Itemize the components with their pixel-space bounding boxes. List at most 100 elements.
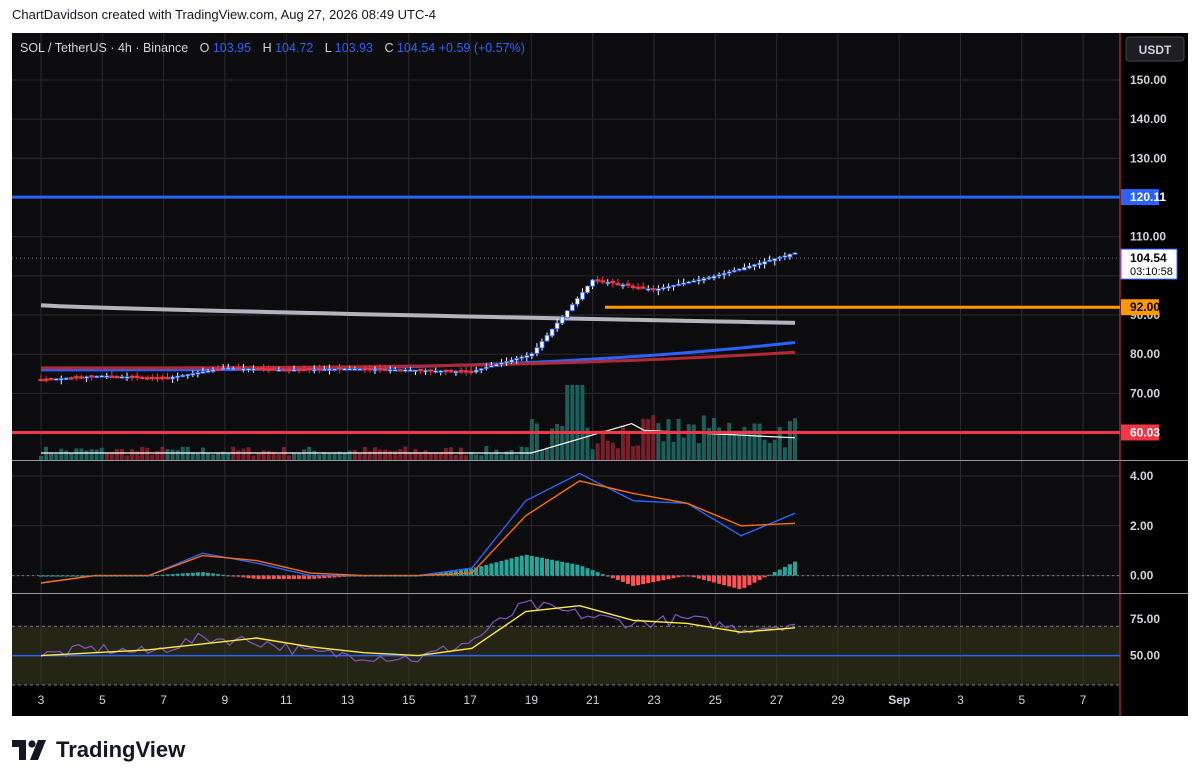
macd-histogram-bar [266, 575, 271, 580]
candle-body [286, 369, 292, 372]
macd-histogram-bar [484, 564, 489, 576]
candle-body [200, 371, 206, 374]
price-tick-label: 130.00 [1130, 151, 1167, 165]
candle-body [251, 368, 256, 371]
candle-body [509, 359, 515, 363]
volume-bar [529, 419, 534, 460]
candle-body [230, 367, 236, 371]
macd-histogram-bar [661, 575, 666, 581]
candle-body [74, 376, 79, 379]
volume-bar [615, 448, 620, 460]
candle-body [321, 368, 327, 372]
volume-bar [145, 447, 150, 460]
support-low-badge-label: 60.03 [1130, 425, 1160, 439]
volume-bar [509, 450, 514, 460]
volume-bar [433, 452, 438, 460]
candle-body [554, 322, 560, 330]
currency-button[interactable]: USDT [1139, 43, 1172, 57]
rsi-tick-label: 75.00 [1130, 612, 1160, 626]
candle-body [499, 362, 504, 365]
candle-body [620, 284, 626, 287]
symbol-title: SOL / TetherUS · 4h · Binance [20, 41, 189, 55]
candle-body [392, 369, 398, 372]
volume-bar [413, 448, 418, 460]
candle-body [402, 369, 408, 372]
candle-body [453, 371, 459, 374]
macd-histogram-bar [464, 569, 469, 576]
time-tick-label: 15 [402, 693, 416, 707]
macd-histogram-bar [459, 569, 464, 576]
volume-bar [261, 450, 266, 460]
candle-body [337, 367, 342, 370]
candle-body [124, 376, 130, 379]
open-label: O [199, 41, 210, 55]
candle-body [220, 367, 226, 371]
candle-body [676, 283, 682, 286]
macd-histogram-bar [200, 572, 205, 576]
candle-body [514, 358, 520, 361]
time-tick-label: 29 [831, 693, 845, 707]
candle-body [99, 375, 105, 378]
volume-bar [327, 453, 332, 460]
candle-body [600, 280, 606, 283]
candle-body [271, 368, 277, 371]
candle-body [539, 340, 545, 349]
macd-histogram-bar [615, 575, 620, 580]
candle-body [519, 356, 525, 359]
volume-bar [342, 452, 347, 460]
macd-histogram-bar [297, 575, 302, 580]
high-label: H [262, 41, 272, 55]
change-value: +0.59 (+0.57%) [438, 41, 525, 55]
volume-bar [656, 423, 661, 460]
candle-body [423, 370, 428, 373]
volume-bar [94, 449, 99, 460]
volume-bar [347, 450, 352, 460]
candle-body [762, 261, 768, 265]
time-tick-label: 3 [38, 693, 45, 707]
candle-body [772, 258, 778, 262]
candle-body [119, 376, 125, 379]
volume-bar [448, 447, 453, 460]
macd-histogram-bar [651, 575, 656, 583]
candle-body [686, 281, 692, 284]
macd-tick-label: 4.00 [1130, 469, 1154, 483]
volume-bar [565, 385, 570, 460]
volume-bar [555, 424, 560, 460]
volume-bar [297, 452, 302, 460]
volume-bar [211, 454, 216, 460]
candle-body [139, 376, 145, 380]
chart-frame[interactable]: 150.00 140.00 130.00 110.00 80.00 70.00 9 0.00 1… [12, 33, 1188, 716]
volume-bar [752, 423, 757, 460]
attribution-header: ChartDavidson created with TradingView.c… [12, 7, 436, 22]
volume-bar [69, 452, 74, 460]
volume-bar [378, 449, 383, 460]
price-tick-label: 150.00 [1130, 73, 1167, 87]
symbol-legend: SOL / TetherUS · 4h · Binance O 103.95 H… [20, 41, 525, 55]
volume-bar [696, 443, 701, 460]
candle-body [726, 271, 732, 274]
time-tick-label: 9 [222, 693, 229, 707]
volume-bar [89, 449, 94, 460]
resistance-badge-label: 120.11 [1130, 190, 1166, 204]
volume-bar [39, 455, 43, 460]
macd-histogram-bar [747, 575, 752, 586]
candle-body [261, 368, 267, 371]
candle-body [731, 269, 737, 273]
macd-histogram-bar [292, 575, 297, 580]
volume-bar [701, 415, 706, 460]
candle-body [661, 287, 666, 290]
volume-bar [651, 415, 656, 460]
volume-bar [302, 449, 307, 460]
tradingview-logo: TradingView [12, 737, 185, 763]
candle-body [149, 376, 155, 380]
volume-bar [686, 424, 691, 460]
volume-bar [130, 449, 135, 460]
candle-body [681, 282, 687, 285]
macd-histogram-bar [302, 575, 307, 580]
candle-body [114, 376, 120, 379]
candle-body [382, 368, 388, 372]
candle-body [782, 255, 788, 258]
macd-histogram-bar [509, 558, 514, 576]
candle-body [468, 370, 474, 374]
chart-canvas[interactable]: 150.00 140.00 130.00 110.00 80.00 70.00 9 0.00 1… [12, 33, 1188, 716]
